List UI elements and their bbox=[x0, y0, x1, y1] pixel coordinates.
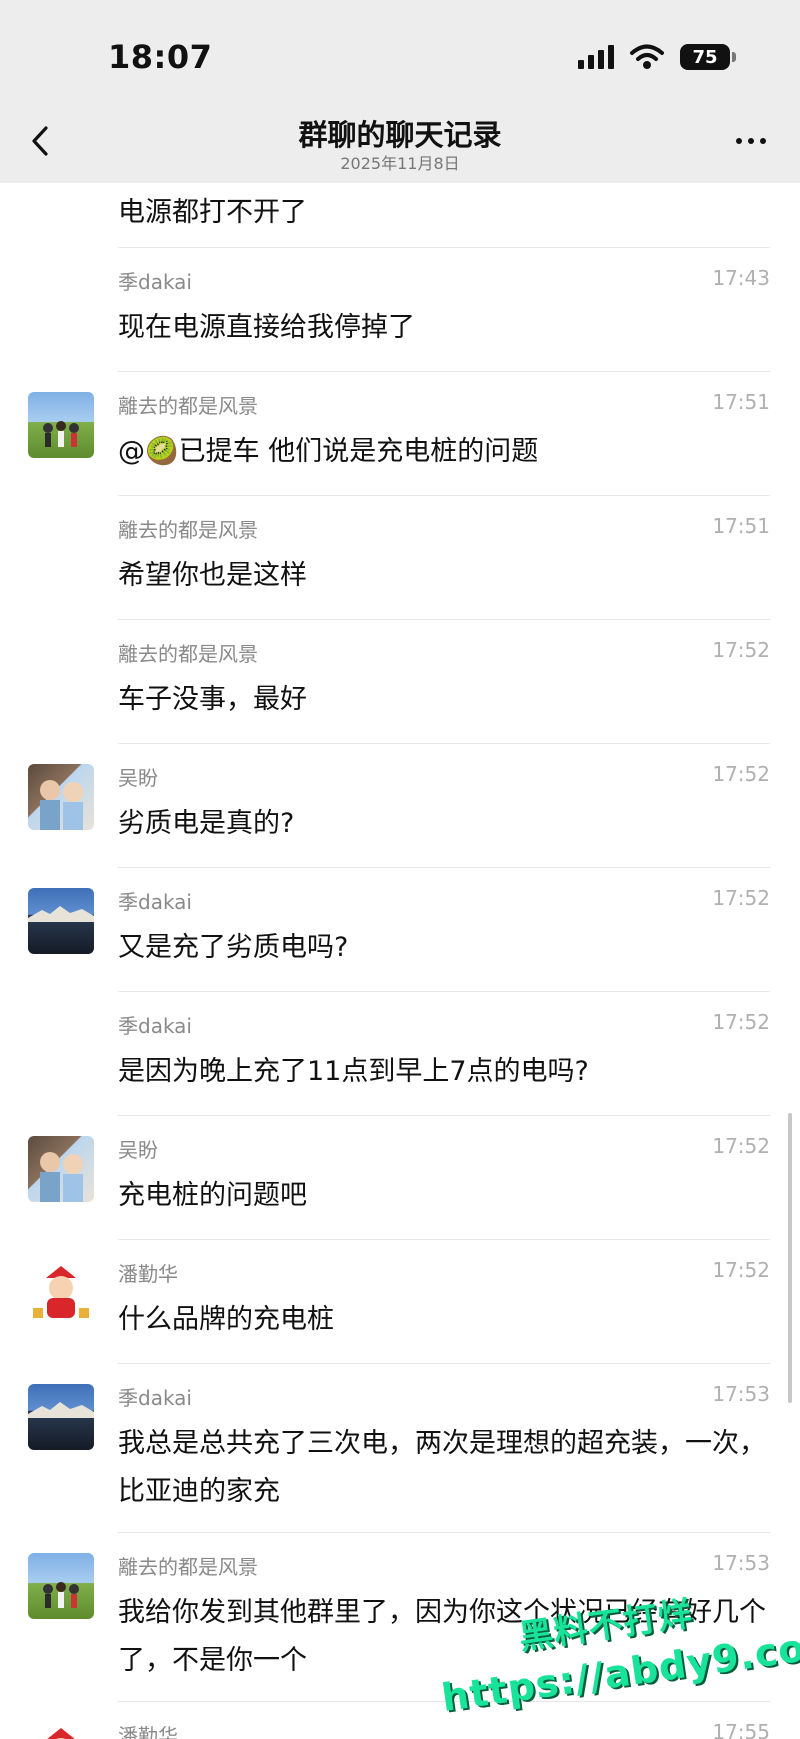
message-time: 17:52 bbox=[712, 1010, 770, 1034]
message-text: 现在电源直接给我停掉了 bbox=[118, 312, 415, 343]
message-text: 是因为晚上充了11点到早上7点的电吗? bbox=[118, 1056, 589, 1087]
avatar[interactable] bbox=[28, 1260, 94, 1326]
list-item[interactable]: 潘勤华 17:55 bbox=[0, 1702, 800, 1739]
more-icon[interactable] bbox=[736, 138, 766, 144]
sender-name: 潘勤华 bbox=[118, 1262, 178, 1286]
list-item[interactable]: 吴盼 17:52 充电桩的问题吧 bbox=[0, 1116, 800, 1239]
avatar[interactable] bbox=[28, 392, 94, 458]
scrollbar[interactable] bbox=[788, 1113, 792, 1403]
sender-name: 季dakai bbox=[118, 270, 192, 294]
avatar[interactable] bbox=[28, 888, 94, 954]
message-text: 我总是总共充了三次电，两次是理想的超充装，一次，比亚迪的家充 bbox=[118, 1428, 766, 1507]
list-item[interactable]: 吴盼 17:52 劣质电是真的? bbox=[0, 744, 800, 867]
sender-name: 季dakai bbox=[118, 1386, 192, 1410]
sender-name: 離去的都是风景 bbox=[118, 518, 258, 542]
sender-name: 潘勤华 bbox=[118, 1724, 178, 1739]
avatar[interactable] bbox=[28, 764, 94, 830]
sender-name: 吴盼 bbox=[118, 1138, 158, 1162]
list-item[interactable]: 離去的都是风景 17:52 车子没事，最好 bbox=[0, 620, 800, 743]
message-time: 17:53 bbox=[712, 1382, 770, 1406]
message-text: 充电桩的问题吧 bbox=[118, 1180, 307, 1211]
cellular-signal-icon bbox=[578, 45, 614, 69]
page-date: 2025年11月8日 bbox=[340, 154, 460, 173]
list-item[interactable]: 季dakai 17:53 我总是总共充了三次电，两次是理想的超充装，一次，比亚迪… bbox=[0, 1364, 800, 1532]
chat-list[interactable]: 电源都打不开了 季dakai 17:43 现在电源直接给我停掉了 離去的都是风景… bbox=[0, 183, 800, 1739]
message-text: 车子没事，最好 bbox=[118, 684, 307, 715]
message-time: 17:43 bbox=[712, 266, 770, 290]
list-item[interactable]: 離去的都是风景 17:51 希望你也是这样 bbox=[0, 496, 800, 619]
sender-name: 季dakai bbox=[118, 890, 192, 914]
message-text: 希望你也是这样 bbox=[118, 560, 307, 591]
message-time: 17:52 bbox=[712, 1258, 770, 1282]
top-bar: 18:07 75 群聊的聊天记录 2025年11月8日 bbox=[0, 0, 800, 183]
list-item[interactable]: 电源都打不开了 bbox=[0, 183, 800, 243]
list-item[interactable]: 季dakai 17:43 现在电源直接给我停掉了 bbox=[0, 248, 800, 371]
message-time: 17:55 bbox=[712, 1720, 770, 1739]
message-text: 电源都打不开了 bbox=[118, 197, 307, 228]
sender-name: 離去的都是风景 bbox=[118, 394, 258, 418]
status-icons: 75 bbox=[578, 42, 736, 72]
message-time: 17:52 bbox=[712, 1134, 770, 1158]
avatar[interactable] bbox=[28, 1384, 94, 1450]
sender-name: 離去的都是风景 bbox=[118, 1555, 258, 1579]
message-time: 17:51 bbox=[712, 514, 770, 538]
message-time: 17:53 bbox=[712, 1551, 770, 1575]
list-item[interactable]: 離去的都是风景 17:51 @🥝已提车 他们说是充电桩的问题 bbox=[0, 372, 800, 495]
list-item[interactable]: 潘勤华 17:52 什么品牌的充电桩 bbox=[0, 1240, 800, 1363]
list-item[interactable]: 季dakai 17:52 是因为晚上充了11点到早上7点的电吗? bbox=[0, 992, 800, 1115]
message-time: 17:51 bbox=[712, 390, 770, 414]
sender-name: 離去的都是风景 bbox=[118, 642, 258, 666]
avatar[interactable] bbox=[28, 1553, 94, 1619]
message-text: 劣质电是真的? bbox=[118, 808, 295, 839]
message-text: 什么品牌的充电桩 bbox=[118, 1304, 334, 1335]
battery-level: 75 bbox=[692, 46, 718, 68]
avatar[interactable] bbox=[28, 1722, 94, 1739]
status-time: 18:07 bbox=[108, 38, 213, 76]
wifi-icon bbox=[630, 44, 664, 69]
message-time: 17:52 bbox=[712, 638, 770, 662]
page-title: 群聊的聊天记录 bbox=[298, 118, 502, 152]
message-time: 17:52 bbox=[712, 886, 770, 910]
message-text: @🥝已提车 他们说是充电桩的问题 bbox=[118, 436, 539, 467]
battery-icon: 75 bbox=[680, 44, 736, 70]
avatar[interactable] bbox=[28, 1136, 94, 1202]
sender-name: 吴盼 bbox=[118, 766, 158, 790]
list-item[interactable]: 季dakai 17:52 又是充了劣质电吗? bbox=[0, 868, 800, 991]
sender-name: 季dakai bbox=[118, 1014, 192, 1038]
message-text: 又是充了劣质电吗? bbox=[118, 932, 349, 963]
message-time: 17:52 bbox=[712, 762, 770, 786]
